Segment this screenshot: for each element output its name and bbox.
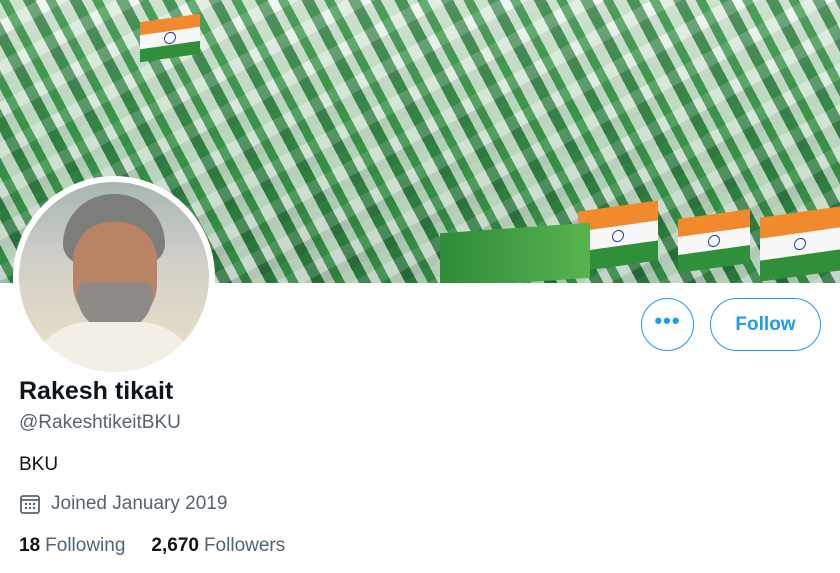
banner-flag	[760, 206, 840, 282]
profile-photo	[19, 182, 209, 372]
following-label: Following	[45, 535, 126, 556]
display-name: Rakesh tikait	[19, 377, 174, 405]
more-options-button[interactable]: •••	[641, 298, 694, 351]
followers-label: Followers	[203, 535, 286, 556]
following-count: 18	[19, 535, 41, 556]
more-icon: •••	[654, 307, 681, 333]
follow-button[interactable]: Follow	[710, 298, 821, 351]
profile-stats: 18 Following 2,670 Followers	[19, 535, 311, 557]
followers-link[interactable]: 2,670 Followers	[151, 535, 285, 557]
calendar-icon	[20, 495, 40, 514]
avatar[interactable]	[13, 176, 215, 378]
joined-date: Joined January 2019	[19, 493, 227, 515]
joined-label: Joined January 2019	[51, 493, 228, 514]
user-handle: @RakeshtikeitBKU	[19, 412, 181, 433]
banner-flag	[678, 208, 750, 274]
banner-poster	[440, 222, 590, 283]
following-link[interactable]: 18 Following	[19, 535, 125, 557]
banner-flag	[140, 13, 200, 63]
banner-flag	[578, 200, 658, 272]
followers-count: 2,670	[151, 535, 199, 556]
profile-bio: BKU	[19, 454, 59, 475]
